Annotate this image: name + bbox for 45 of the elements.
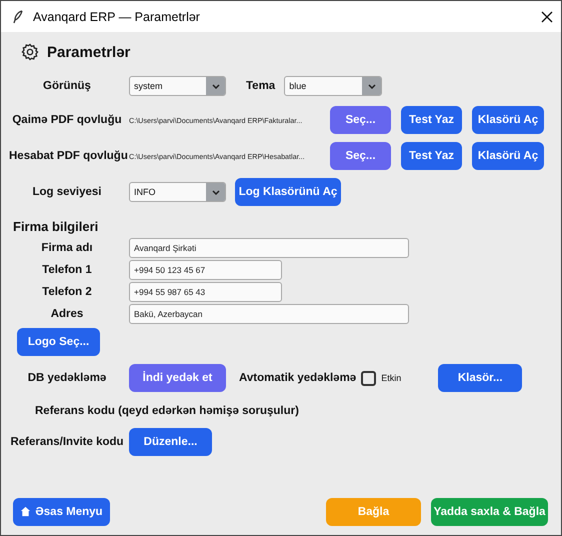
section-title: Firma bilgileri: [13, 218, 98, 234]
choose-button[interactable]: Seç...: [330, 142, 391, 170]
folder-button[interactable]: Test Yaz: [401, 142, 462, 170]
input-field[interactable]: +994 50 123 45 67: [129, 260, 282, 280]
field-label: Hesabat PDF qovluğu: [9, 150, 125, 162]
appearance-dropdown[interactable]: system: [129, 76, 226, 96]
chevron-down-icon: [212, 190, 220, 194]
input-field[interactable]: Avanqard Şirkəti: [129, 238, 409, 258]
theme-dropdown[interactable]: blue: [284, 76, 382, 96]
feather-icon: [13, 10, 23, 24]
backup-now-button[interactable]: İndi yedək et: [129, 364, 226, 392]
field-label: Adres: [50, 308, 84, 320]
edit-button[interactable]: Düzenle...: [129, 428, 212, 456]
house-icon: [20, 506, 32, 517]
field-label: Telefon 1: [41, 264, 93, 276]
window-title: Avanqard ERP — Parametrlər: [33, 10, 201, 24]
open-log-folder-button[interactable]: Log Klasörünü Aç: [235, 178, 341, 206]
chevron-down-icon: [368, 84, 376, 88]
close-icon[interactable]: [541, 10, 553, 22]
page-heading: Parametrlər: [47, 44, 130, 60]
input-field[interactable]: +994 55 987 65 43: [129, 282, 282, 302]
field-label: Telefon 2: [41, 286, 93, 298]
field-label: DB yedəkləmə: [26, 372, 108, 384]
field-label: Referans/Invite kodu: [9, 436, 125, 448]
chevron-down-icon: [212, 84, 220, 88]
field-label: Avtomatik yedəkləmə: [239, 372, 356, 384]
gear-icon: [21, 43, 39, 61]
note-text: Referans kodu (qeyd edərkən həmişə soruşulur): [35, 405, 299, 417]
field-label: Firma adı: [40, 242, 94, 254]
folder-button[interactable]: Klasörü Aç: [472, 142, 544, 170]
choose-button[interactable]: Seç...: [330, 106, 391, 134]
checkbox[interactable]: [361, 370, 376, 386]
folder-button[interactable]: Klasör...: [438, 364, 522, 392]
field-label: Görünüş: [42, 80, 92, 92]
field-label: Tema: [246, 80, 276, 92]
checkbox-label: Etkin: [381, 373, 402, 383]
folder-button[interactable]: Klasörü Aç: [472, 106, 544, 134]
logo-button[interactable]: Logo Seç...: [17, 328, 100, 356]
field-label: Log seviyesi: [31, 186, 103, 198]
input-field[interactable]: Bakü, Azerbaycan: [129, 304, 409, 324]
main-menu-button[interactable]: Əsas Menyu: [13, 498, 110, 526]
log-level-dropdown[interactable]: INFO: [129, 182, 226, 202]
folder-button[interactable]: Test Yaz: [401, 106, 462, 134]
field-label: Qaimə PDF qovluğu: [11, 114, 123, 126]
save-button[interactable]: Yadda saxla & Bağla: [431, 498, 548, 526]
